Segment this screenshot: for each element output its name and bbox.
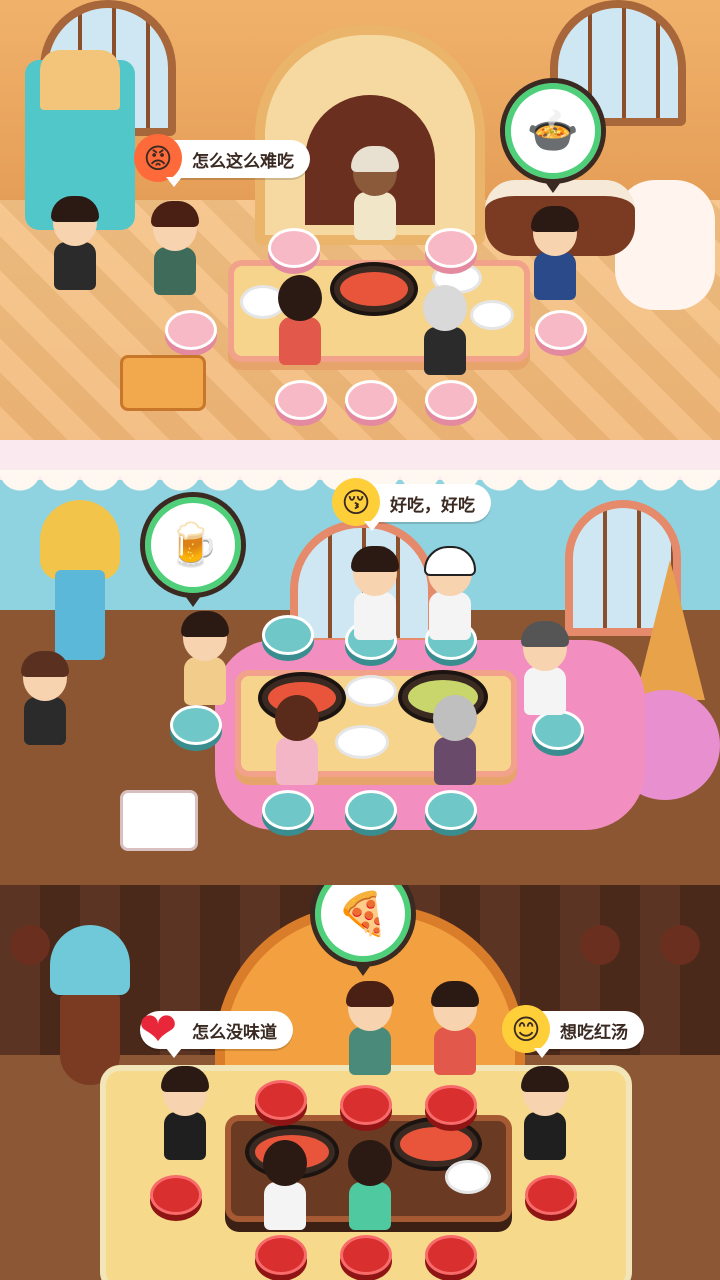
customer-back[interactable]	[335, 1140, 405, 1250]
smiling-face-icon: 😊	[502, 1005, 550, 1053]
customer[interactable]	[520, 206, 590, 320]
customer[interactable]	[510, 621, 580, 745]
side-table[interactable]	[120, 790, 198, 851]
speech-text: 怎么没味道	[192, 1022, 277, 1043]
customer[interactable]	[170, 611, 240, 735]
side-table[interactable]	[120, 355, 206, 411]
stool	[425, 1235, 477, 1275]
speech-text: 想吃红汤	[560, 1022, 628, 1043]
stool	[255, 1080, 307, 1120]
speech-bubble: ❤ 怎么没味道	[139, 1002, 293, 1058]
customer-back[interactable]	[262, 695, 332, 805]
speech-bubble: 😡 怎么这么难吃	[134, 134, 310, 187]
speech-text: 怎么这么难吃	[192, 151, 294, 172]
flower-decoration	[660, 925, 700, 965]
speech-bubble: 😊 想吃红汤	[502, 1005, 644, 1058]
stool	[262, 615, 314, 655]
chef[interactable]	[335, 146, 415, 250]
beer-mug-icon: 🍺	[166, 520, 220, 569]
restaurant-floor-candy: 😚 好吃，好吃 🍺	[0, 440, 720, 885]
customer-back[interactable]	[265, 275, 335, 385]
waitress[interactable]	[10, 651, 80, 785]
icecream-cone-decoration	[35, 500, 125, 660]
oyster-dish[interactable]	[335, 725, 389, 759]
stool	[268, 228, 320, 268]
angry-face-icon: 😡	[134, 134, 182, 182]
waiter[interactable]	[40, 196, 110, 330]
stool	[345, 380, 397, 420]
heart-icon: ❤	[138, 1002, 178, 1056]
customer-back[interactable]	[250, 1140, 320, 1250]
customer[interactable]	[420, 981, 490, 1095]
stool	[425, 228, 477, 268]
customer-panda-hat[interactable]	[415, 546, 485, 660]
speech-bubble: 😚 好吃，好吃	[332, 478, 491, 531]
restaurant-floor-bakery: 😡 怎么这么难吃 🍲	[0, 0, 720, 440]
meat-dish[interactable]	[345, 675, 397, 707]
order-bubble[interactable]: 🍲	[500, 78, 606, 193]
customer[interactable]	[335, 981, 405, 1095]
customer[interactable]	[340, 546, 410, 660]
stool	[165, 310, 217, 350]
order-bubble[interactable]: 🍺	[140, 492, 246, 607]
stool	[275, 380, 327, 420]
vegetable-dish[interactable]	[445, 1160, 491, 1194]
customer-angry[interactable]	[140, 201, 210, 315]
customer-back[interactable]	[420, 695, 490, 805]
hotpot[interactable]	[330, 262, 418, 316]
speech-text: 好吃，好吃	[390, 495, 475, 516]
customer-sunglasses[interactable]	[510, 1066, 580, 1190]
pizza-icon: 🍕	[336, 889, 390, 938]
stool	[345, 790, 397, 830]
restaurant-floor-chocolate: ❤ 怎么没味道 😊 想吃红汤 🍕	[0, 885, 720, 1280]
flower-decoration	[580, 925, 620, 965]
customer[interactable]	[150, 1066, 220, 1190]
seafood-bowl-icon: 🍲	[526, 106, 580, 155]
customer-back[interactable]	[410, 285, 480, 395]
kissing-face-icon: 😚	[332, 478, 380, 526]
